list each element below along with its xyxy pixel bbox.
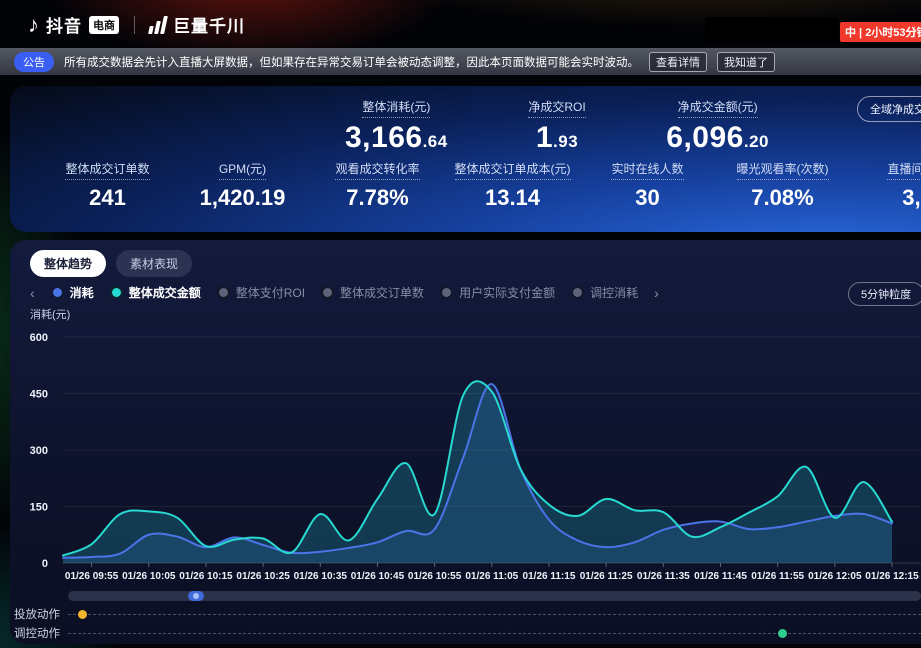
legend-item-gmv[interactable]: 整体成交金额 [110,284,201,301]
series-dot [571,286,584,299]
svg-text:01/26 10:35: 01/26 10:35 [294,571,348,582]
metric-value: 3,166.64 [345,121,448,155]
dashboard: ♪ 抖音 电商 巨量千川 中 | 2小时53分钟 | 公告 所有成交数据会先计入… [0,0,921,648]
legend-item-cost[interactable]: 消耗 [51,284,94,301]
svg-text:150: 150 [30,502,48,514]
svg-text:01/26 11:15: 01/26 11:15 [523,571,576,582]
secondary-metrics: 整体成交订单数 241 GPM(元) 1,420.19 观看成交转化率 7.78… [40,160,921,211]
svg-text:01/26 12:05: 01/26 12:05 [808,571,862,582]
action-marker-dot[interactable] [778,629,787,638]
regulation-actions-track [68,633,921,634]
trend-chart[interactable]: 消耗(元) 0 150 300 450 600 01/26 09:5501/26 10:05… [0,300,921,590]
metric-label: 净成交ROI [528,98,585,118]
svg-text:01/26 11:55: 01/26 11:55 [751,571,804,582]
announcement-bar: 公告 所有成交数据会先计入直播大屏数据，但如果存在异常交易订单会被动态调整，因此… [0,48,921,75]
metric-gpm: GPM(元) 1,420.19 [175,160,310,211]
regulation-actions-label: 调控动作 [14,625,60,641]
announcement-text: 所有成交数据会先计入直播大屏数据，但如果存在异常交易订单会被动态调整，因此本页面… [64,54,639,70]
metric-net-roi: 净成交ROI 1.93 [528,98,585,155]
svg-text:01/26 11:45: 01/26 11:45 [694,571,747,582]
legend-item-pay-roi[interactable]: 整体支付ROI [217,284,305,301]
delivery-actions-track [68,614,921,615]
chart-scrollbar[interactable] [68,591,921,601]
series-dot [51,286,64,299]
tab-overall-trend[interactable]: 整体趋势 [30,250,106,277]
svg-text:01/26 10:15: 01/26 10:15 [179,571,233,582]
metric-room-overall: 直播间整体 3,0 [850,160,921,211]
metric-order-count: 整体成交订单数 241 [40,160,175,211]
regulation-actions-row: 调控动作 [0,625,921,641]
ecommerce-badge: 电商 [89,16,119,34]
scrollbar-handle[interactable] [188,591,204,601]
top-bar: ♪ 抖音 电商 巨量千川 中 | 2小时53分钟 | [0,0,921,48]
metric-value: 1.93 [528,121,585,155]
announcement-badge: 公告 [14,52,54,72]
header-divider: | [913,24,916,38]
qianchuan-bars-icon [148,16,168,34]
series-dot [110,286,123,299]
svg-text:450: 450 [30,389,48,401]
metrics-panel: 整体消耗(元) 3,166.64 净成交ROI 1.93 净成交金额(元) 6,… [10,86,921,232]
chevron-left-icon[interactable]: ‹ [30,286,35,300]
series-dot [217,286,230,299]
live-duration-badge: 中 | 2小时53分钟 [840,22,921,42]
view-details-button[interactable]: 查看详情 [649,52,707,72]
svg-text:300: 300 [30,445,48,457]
legend-item-regulate-cost[interactable]: 调控消耗 [571,284,638,301]
metric-net-gmv: 净成交金额(元) 6,096.20 [666,98,769,155]
metric-value: 6,096.20 [666,121,769,155]
douyin-note-icon: ♪ [28,14,39,36]
series-dot [321,286,334,299]
svg-text:01/26 12:15: 01/26 12:15 [865,571,919,582]
svg-text:消耗(元): 消耗(元) [30,307,70,321]
chevron-right-icon[interactable]: › [654,286,659,300]
trend-tabs: 整体趋势 素材表现 [30,250,192,277]
acknowledge-button[interactable]: 我知道了 [717,52,775,72]
brand-divider [134,16,135,34]
primary-metrics: 整体消耗(元) 3,166.64 净成交ROI 1.93 净成交金额(元) 6,… [345,98,769,155]
metric-total-cost: 整体消耗(元) 3,166.64 [345,98,448,155]
svg-text:01/26 10:05: 01/26 10:05 [122,571,176,582]
delivery-actions-label: 投放动作 [14,606,60,622]
metric-exposure-view-rate: 曝光观看率(次数) 7.08% [715,160,850,211]
svg-text:01/26 10:55: 01/26 10:55 [408,571,462,582]
legend-item-order-count[interactable]: 整体成交订单数 [321,284,424,301]
brand-area: ♪ 抖音 电商 巨量千川 [28,12,245,37]
svg-text:600: 600 [30,332,48,344]
douyin-logo-text: 抖音 [46,12,82,37]
action-marker-dot[interactable] [78,610,87,619]
metric-label: 净成交金额(元) [678,98,758,118]
qianchuan-logo-text: 巨量千川 [173,12,245,37]
metric-label: 整体消耗(元) [362,98,430,118]
svg-text:01/26 09:55: 01/26 09:55 [65,571,119,582]
data-scope-selector[interactable]: 全域净成交数据 ∨ [857,96,921,122]
metric-online-users: 实时在线人数 30 [580,160,715,211]
tab-material-performance[interactable]: 素材表现 [116,250,192,277]
legend-item-user-paid[interactable]: 用户实际支付金额 [440,284,555,301]
legend-row: ‹ 消耗 整体成交金额 整体支付ROI 整体成交订单数 用户实际支付金额 [30,284,830,301]
svg-text:01/26 10:25: 01/26 10:25 [236,571,290,582]
delivery-actions-row: 投放动作 [0,606,921,622]
svg-text:01/26 11:05: 01/26 11:05 [465,571,518,582]
masked-area [705,17,838,44]
series-dot [440,286,453,299]
svg-text:01/26 11:35: 01/26 11:35 [637,571,690,582]
svg-text:0: 0 [42,558,48,570]
svg-text:01/26 11:25: 01/26 11:25 [580,571,633,582]
metric-view-conversion: 观看成交转化率 7.78% [310,160,445,211]
svg-text:01/26 10:45: 01/26 10:45 [351,571,405,582]
metric-order-cost: 整体成交订单成本(元) 13.14 [445,160,580,211]
